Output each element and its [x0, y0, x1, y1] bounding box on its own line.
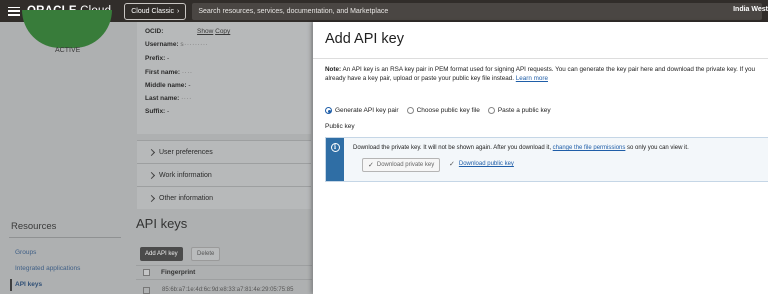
row-checkbox[interactable] [143, 287, 150, 294]
show-ocid-link[interactable]: Show [197, 28, 213, 35]
chevron-right-icon [147, 194, 156, 202]
first-name-value: ···· [181, 69, 193, 76]
section-other-information[interactable]: Other information [137, 186, 311, 209]
user-info-panel: OCID: Show Copy Username: s········· Pre… [137, 22, 311, 134]
divider [313, 58, 768, 59]
first-name-row: First name: ···· [145, 69, 193, 76]
last-name-value: ···· [181, 95, 192, 102]
menu-icon[interactable] [8, 6, 20, 16]
note-label: Note: [325, 66, 342, 73]
last-name-label: Last name: [145, 95, 180, 102]
section-work-information[interactable]: Work information [137, 163, 311, 186]
download-private-key-label: Download private key [376, 162, 435, 168]
ocid-row: OCID: Show Copy [145, 28, 230, 35]
chevron-right-icon [147, 171, 156, 179]
search-input[interactable]: Search resources, services, documentatio… [192, 2, 763, 20]
section-user-preferences[interactable]: User preferences [137, 140, 311, 163]
last-name-row: Last name: ···· [145, 95, 192, 102]
suffix-row: Suffix: - [145, 108, 169, 115]
api-keys-table-header: Fingerprint [136, 265, 312, 280]
copy-ocid-link[interactable]: Copy [215, 28, 230, 35]
username-label: Username: [145, 41, 179, 48]
radio-label: Choose public key file [416, 107, 480, 114]
suffix-value: - [167, 108, 170, 115]
cloud-classic-label: Cloud Classic [131, 7, 175, 15]
suffix-label: Suffix: [145, 108, 166, 115]
radio-unselected-icon [487, 107, 495, 114]
dialog-title: Add API key [325, 31, 404, 47]
download-public-key-link[interactable]: ✓ Download public key [449, 160, 514, 168]
ocid-label: OCID: [145, 28, 164, 35]
column-header-fingerprint: Fingerprint [161, 269, 196, 276]
download-instructions: Download the private key. It will not be… [353, 145, 689, 151]
note-text: Note: An API key is an RSA key pair in P… [325, 65, 768, 83]
section-label: Work information [159, 171, 212, 179]
prefix-row: Prefix: - [145, 55, 169, 62]
radio-label: Generate API key pair [335, 107, 399, 114]
checkmark-icon: ✓ [449, 161, 455, 168]
info-bar: i [326, 138, 344, 181]
sidebar-item-groups[interactable]: Groups [15, 249, 36, 256]
public-key-label: Public key [325, 123, 355, 130]
radio-paste-public-key[interactable]: Paste a public key [487, 107, 551, 114]
download-public-key-label: Download public key [458, 161, 514, 167]
radio-label: Paste a public key [497, 107, 551, 114]
key-option-radio-group: Generate API key pair Choose public key … [325, 107, 551, 114]
fingerprint-value: 85:6b:a7:1e:4d:6c:9d:e8:33:a7:81:4e:29:0… [162, 287, 294, 293]
cloud-classic-button[interactable]: Cloud Classic › [124, 2, 187, 20]
divider [9, 237, 121, 238]
first-name-label: First name: [145, 69, 181, 76]
instructions-text: Download the private key. It will not be… [353, 145, 553, 151]
change-file-permissions-link[interactable]: change the file permissions [553, 145, 626, 151]
radio-selected-icon [325, 107, 332, 114]
status-active-label: ACTIVE [55, 47, 81, 54]
download-info-box: i Download the private key. It will not … [325, 137, 768, 182]
username-row: Username: s········· [145, 41, 208, 48]
delete-button[interactable]: Delete [191, 247, 221, 261]
active-indicator [10, 279, 12, 291]
add-api-key-dialog: Add API key Note: An API key is an RSA k… [313, 22, 768, 294]
username-value: s········· [180, 41, 209, 48]
checkmark-icon: ✓ [368, 162, 374, 169]
chevron-right-icon [147, 148, 156, 156]
sidebar-item-api-keys[interactable]: API keys [15, 281, 42, 288]
radio-unselected-icon [406, 107, 414, 114]
top-navigation-bar: ORACLE Cloud Cloud Classic › Search reso… [0, 0, 768, 22]
info-icon: i [330, 143, 340, 152]
section-label: User preferences [159, 148, 213, 156]
prefix-value: - [167, 55, 170, 62]
middle-name-row: Middle name: - [145, 82, 191, 89]
learn-more-link[interactable]: Learn more [516, 75, 548, 82]
resources-heading: Resources [11, 221, 57, 232]
api-keys-title: API keys [136, 216, 188, 231]
instructions-text-end: so only you can view it. [625, 145, 689, 151]
sidebar-item-integrated-applications[interactable]: Integrated applications [15, 265, 80, 272]
add-api-key-button[interactable]: Add API key [140, 247, 183, 261]
middle-name-label: Middle name: [145, 82, 187, 89]
radio-choose-public-key-file[interactable]: Choose public key file [406, 107, 480, 114]
prefix-label: Prefix: [145, 55, 166, 62]
download-private-key-button[interactable]: ✓ Download private key [362, 158, 441, 172]
section-label: Other information [159, 194, 214, 202]
middle-name-value: - [188, 82, 191, 89]
search-placeholder: Search resources, services, documentatio… [198, 7, 389, 15]
avatar [22, 10, 112, 48]
region-selector[interactable]: India West [733, 6, 768, 13]
select-all-checkbox[interactable] [143, 269, 150, 276]
radio-generate-key-pair[interactable]: Generate API key pair [325, 107, 399, 114]
chevron-right-icon: › [177, 7, 180, 15]
